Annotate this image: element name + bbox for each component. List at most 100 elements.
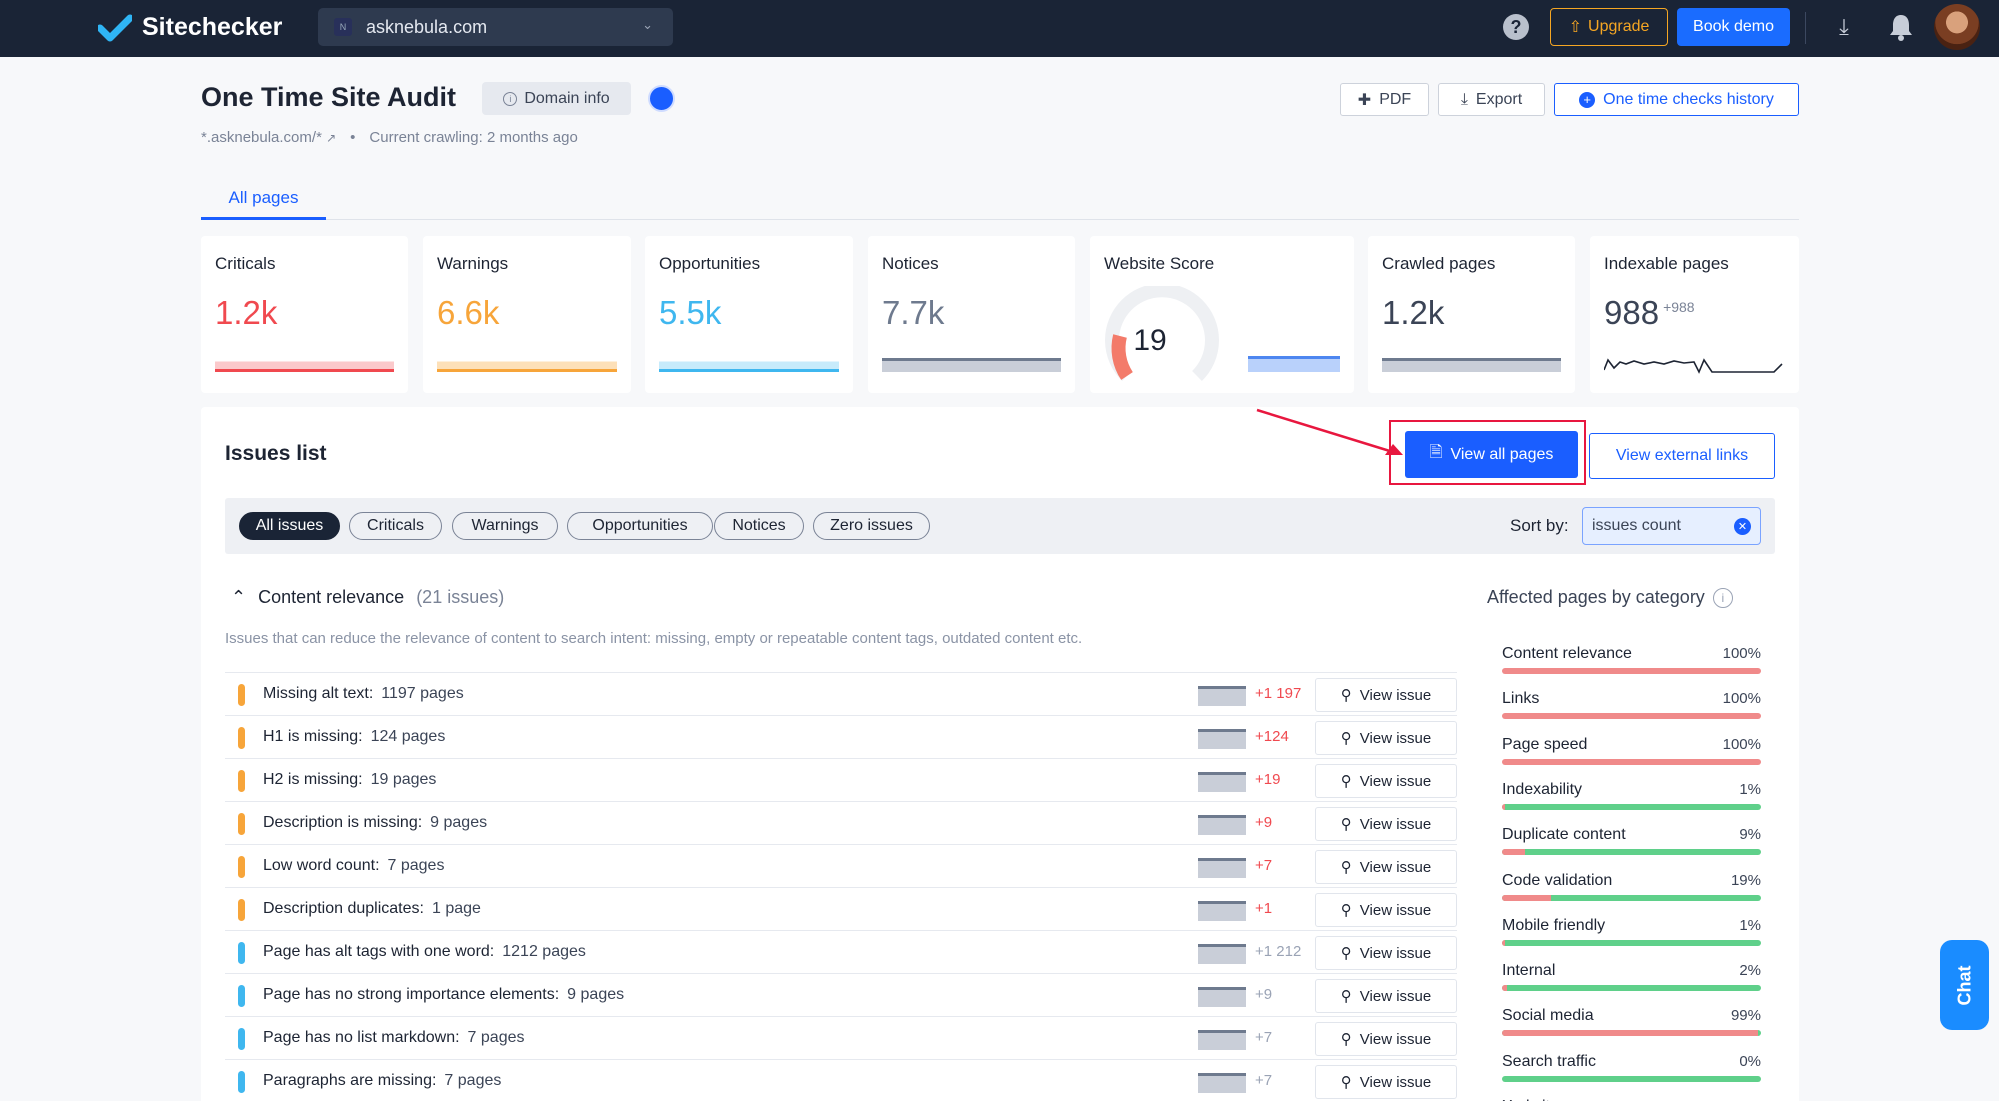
download-icon[interactable]: ⤓ bbox=[1831, 14, 1857, 40]
issue-pages: 124 pages bbox=[370, 728, 446, 745]
filter-chip-warnings[interactable]: Warnings bbox=[452, 512, 558, 540]
status-dot[interactable] bbox=[648, 85, 675, 112]
search-icon: ⚲ bbox=[1340, 902, 1352, 919]
domain-favicon: N bbox=[334, 18, 352, 36]
issue-trend-bar bbox=[1198, 815, 1246, 835]
crawling-status: Current crawling: 2 months ago bbox=[369, 129, 578, 146]
category-name: Search traffic bbox=[1502, 1052, 1596, 1070]
category-row[interactable]: Indexability 1% bbox=[1502, 773, 1761, 818]
category-bar bbox=[1502, 1030, 1761, 1037]
metric-trend-bar bbox=[659, 358, 839, 372]
upgrade-button[interactable]: ⇧ Upgrade bbox=[1550, 8, 1668, 46]
metric-value: 1.2k bbox=[1382, 294, 1445, 331]
view-issue-button[interactable]: ⚲ View issue bbox=[1315, 893, 1457, 927]
issue-row[interactable]: Page has alt tags with one word: 1212 pag… bbox=[225, 930, 1457, 973]
info-icon: i bbox=[503, 91, 518, 106]
search-icon: ⚲ bbox=[1340, 687, 1352, 704]
category-row[interactable]: Links 100% bbox=[1502, 682, 1761, 727]
issue-row[interactable]: Page has no list markdown: 7 pages +7 ⚲ View… bbox=[225, 1016, 1457, 1059]
tab-bar: All pages bbox=[201, 178, 1799, 220]
metric-card-indexable-pages[interactable]: Indexable pages 988 +988 bbox=[1590, 236, 1799, 393]
issue-trend-bar bbox=[1198, 901, 1246, 921]
category-name: Internal bbox=[1502, 962, 1556, 980]
view-issue-button[interactable]: ⚲ View issue bbox=[1315, 936, 1457, 970]
category-percent: 19% bbox=[1730, 871, 1761, 889]
search-icon: ⚲ bbox=[1340, 1031, 1352, 1048]
filter-chip-zero-issues[interactable]: Zero issues bbox=[813, 512, 930, 540]
issue-pages: 7 pages bbox=[387, 857, 445, 874]
category-row[interactable]: Page speed 100% bbox=[1502, 728, 1761, 773]
category-row[interactable]: Mobile friendly 1% bbox=[1502, 909, 1761, 954]
filter-chip-opportunities[interactable]: Opportunities bbox=[567, 512, 713, 540]
view-issue-button[interactable]: ⚲ View issue bbox=[1315, 1065, 1457, 1099]
view-issue-button[interactable]: ⚲ View issue bbox=[1315, 1022, 1457, 1056]
metric-card-notices[interactable]: Notices 7.7k bbox=[868, 236, 1075, 393]
user-avatar[interactable] bbox=[1934, 4, 1980, 50]
issue-row[interactable]: Missing alt text: 1197 pages +1 197 ⚲ View i… bbox=[225, 672, 1457, 715]
category-percent: 9% bbox=[1739, 826, 1761, 844]
metric-card-warnings[interactable]: Warnings 6.6k bbox=[423, 236, 631, 393]
sort-select[interactable]: issues count ✕ bbox=[1582, 507, 1761, 545]
view-external-links-button[interactable]: View external links bbox=[1589, 433, 1775, 479]
domain-select[interactable]: N asknebula.com ⌄ bbox=[318, 8, 673, 46]
brand-logo[interactable]: Sitechecker bbox=[98, 13, 282, 42]
metric-trend-bar bbox=[215, 358, 394, 372]
issue-delta: +7 bbox=[1255, 1029, 1273, 1046]
category-row[interactable]: Internal 2% bbox=[1502, 954, 1761, 999]
filter-chip-notices[interactable]: Notices bbox=[714, 512, 804, 540]
one-time-checks-history-button[interactable]: + One time checks history bbox=[1554, 83, 1799, 116]
affected-pages-title: Affected pages by category i bbox=[1487, 587, 1733, 608]
view-issue-button[interactable]: ⚲ View issue bbox=[1315, 979, 1457, 1013]
notification-bell-icon[interactable] bbox=[1887, 12, 1915, 42]
metric-card-website-score[interactable]: Website Score 19 bbox=[1090, 236, 1354, 393]
issue-row[interactable]: H1 is missing: 124 pages +124 ⚲ View issue bbox=[225, 715, 1457, 758]
issue-name: Page has no list markdown: 7 pages bbox=[263, 1029, 525, 1046]
clear-icon[interactable]: ✕ bbox=[1734, 518, 1751, 535]
metric-card-opportunities[interactable]: Opportunities 5.5k bbox=[645, 236, 853, 393]
category-row[interactable]: Duplicate content 9% bbox=[1502, 818, 1761, 863]
metric-label: Notices bbox=[882, 254, 939, 273]
category-row[interactable]: Social media 99% bbox=[1502, 999, 1761, 1044]
category-row[interactable]: Code validation 19% bbox=[1502, 864, 1761, 909]
group-name: Content relevance bbox=[258, 587, 405, 607]
sort-label: Sort by: bbox=[1510, 516, 1569, 535]
category-percent: 99% bbox=[1730, 1007, 1761, 1025]
category-bar bbox=[1502, 985, 1761, 992]
issue-row[interactable]: H2 is missing: 19 pages +19 ⚲ View issue bbox=[225, 758, 1457, 801]
filter-chip-all-issues[interactable]: All issues bbox=[239, 512, 340, 540]
view-issue-button[interactable]: ⚲ View issue bbox=[1315, 807, 1457, 841]
book-demo-button[interactable]: Book demo bbox=[1677, 8, 1790, 46]
tab-all-pages[interactable]: All pages bbox=[201, 178, 326, 220]
issue-row[interactable]: Paragraphs are missing: 7 pages +7 ⚲ View is… bbox=[225, 1059, 1457, 1101]
view-issue-label: View issue bbox=[1359, 772, 1432, 790]
issue-row[interactable]: Description is missing: 9 pages +9 ⚲ View is… bbox=[225, 801, 1457, 844]
brand-name: Sitechecker bbox=[142, 13, 283, 41]
issue-group-header[interactable]: ⌃ Content relevance (21 issues) bbox=[231, 587, 504, 608]
audit-url-link[interactable]: *.asknebula.com/* ↗ bbox=[201, 129, 336, 146]
metric-trend-bar bbox=[1382, 358, 1561, 372]
issue-name: H2 is missing: 19 pages bbox=[263, 771, 437, 788]
category-row[interactable]: Xml sitemaps1% bbox=[1502, 1090, 1761, 1101]
chevron-down-icon: ⌄ bbox=[642, 17, 653, 32]
filter-chip-criticals[interactable]: Criticals bbox=[349, 512, 442, 540]
pdf-button[interactable]: ✚ PDF bbox=[1340, 83, 1429, 116]
issue-row[interactable]: Description duplicates: 1 page +1 ⚲ View iss… bbox=[225, 887, 1457, 930]
category-row[interactable]: Content relevance 100% bbox=[1502, 637, 1761, 682]
category-percent: 100% bbox=[1722, 735, 1761, 753]
view-issue-button[interactable]: ⚲ View issue bbox=[1315, 764, 1457, 798]
export-button[interactable]: ⤓ Export bbox=[1438, 83, 1545, 116]
view-issue-button[interactable]: ⚲ View issue bbox=[1315, 721, 1457, 755]
chat-button[interactable]: Chat bbox=[1940, 940, 1989, 1030]
issue-row[interactable]: Page has no strong importance elements: 9… bbox=[225, 973, 1457, 1016]
category-row[interactable]: Search traffic 0% bbox=[1502, 1045, 1761, 1090]
metric-card-crawled-pages[interactable]: Crawled pages 1.2k bbox=[1368, 236, 1575, 393]
category-percent: 0% bbox=[1739, 1052, 1761, 1070]
view-issue-button[interactable]: ⚲ View issue bbox=[1315, 850, 1457, 884]
info-icon[interactable]: i bbox=[1712, 587, 1733, 608]
help-icon[interactable]: ? bbox=[1503, 14, 1529, 40]
issue-row[interactable]: Low word count: 7 pages +7 ⚲ View issue bbox=[225, 844, 1457, 887]
domain-info-button[interactable]: i Domain info bbox=[482, 82, 631, 115]
view-issue-button[interactable]: ⚲ View issue bbox=[1315, 678, 1457, 712]
metric-card-criticals[interactable]: Criticals 1.2k bbox=[201, 236, 408, 393]
category-percent: 100% bbox=[1722, 645, 1761, 662]
